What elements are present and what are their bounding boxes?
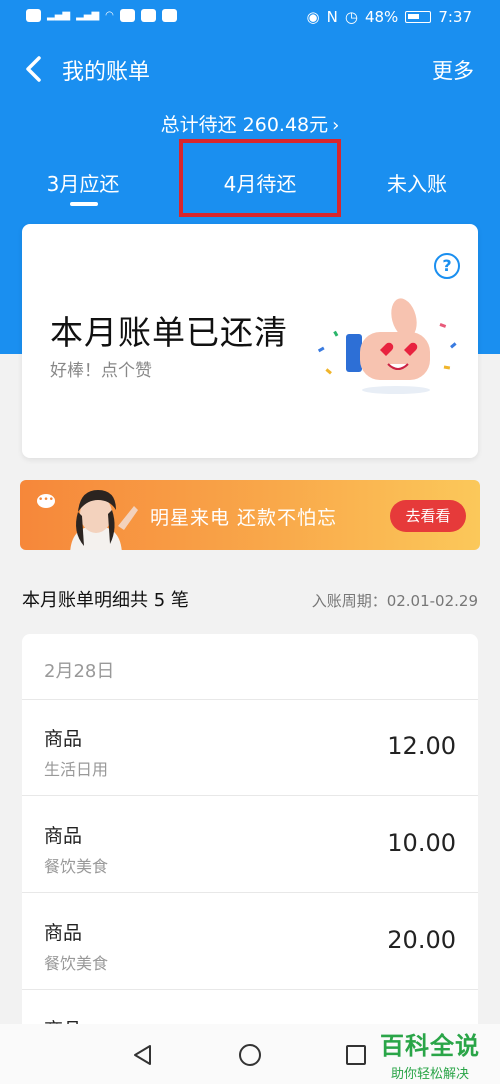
details-title: 本月账单明细共 5 笔 — [22, 590, 189, 611]
nav-home-icon[interactable] — [239, 1044, 261, 1066]
transaction-list: 2月28日 商品 生活日用 12.00 商品 餐饮美食 10.00 商品 餐饮美… — [22, 634, 478, 1034]
nav-recents-icon[interactable] — [346, 1045, 366, 1065]
page-title: 我的账单 — [62, 60, 151, 85]
wifi-icon: ◠ — [105, 10, 114, 21]
billing-period: 入账周期：02.01-02.29 — [311, 592, 478, 610]
battery-percent: 48% — [364, 8, 399, 26]
app-icon — [119, 9, 135, 22]
watermark-line1: 百科全说 — [380, 1032, 480, 1060]
back-arrow-icon[interactable] — [20, 52, 50, 86]
thumbs-up-illustration-icon — [317, 298, 457, 394]
status-left-icons: ▂▄▆ ▂▄▆ ◠ — [26, 9, 177, 22]
annotation-highlight-box — [179, 139, 341, 217]
list-item[interactable]: 商品 餐饮美食 10.00 — [22, 797, 478, 893]
item-category: 生活日用 — [44, 760, 109, 779]
status-bar: ▂▄▆ ▂▄▆ ◠ ◉ N ◷ 48% 7:37 — [0, 0, 500, 36]
active-tab-indicator — [70, 202, 98, 206]
clock: 7:37 — [438, 8, 472, 26]
paid-off-title: 本月账单已还清 — [50, 313, 288, 352]
more-button[interactable]: 更多 — [432, 55, 474, 85]
go-see-button[interactable]: 去看看 — [390, 500, 466, 532]
chevron-right-icon: › — [332, 115, 340, 136]
item-name: 商品 — [44, 825, 83, 847]
summary-card: ? 本月账单已还清 好棒！点个赞 — [22, 224, 478, 458]
date-header-label: 2月28日 — [44, 661, 115, 682]
item-amount: 12.00 — [387, 732, 456, 760]
total-due-link[interactable]: 总计待还 260.48元 › — [0, 110, 500, 137]
tiktok-icon — [161, 9, 177, 22]
list-item[interactable]: 商品 生活日用 12.00 — [22, 700, 478, 796]
date-header: 2月28日 — [22, 634, 478, 700]
banner-text: 明星来电 还款不怕忘 — [150, 507, 338, 529]
watermark-logo: 百科全说 助你轻松解决 — [380, 1026, 480, 1082]
total-due-text: 总计待还 260.48元 — [160, 114, 329, 136]
nfc-icon: N — [326, 8, 338, 26]
signal-icon-2: ▂▄▆ — [76, 10, 100, 21]
item-category: 餐饮美食 — [44, 954, 109, 973]
hd-icon — [26, 9, 41, 22]
paid-off-subtitle: 好棒！点个赞 — [50, 361, 152, 381]
item-category: 餐饮美食 — [44, 857, 109, 876]
question-icon[interactable]: ? — [434, 253, 460, 279]
item-name: 商品 — [44, 922, 83, 944]
promo-banner[interactable]: ••• 明星来电 还款不怕忘 去看看 — [20, 480, 480, 550]
alarm-icon: ◷ — [344, 8, 358, 26]
watermark-line2: 助你轻松解决 — [390, 1067, 469, 1082]
battery-icon — [405, 11, 432, 23]
item-name: 商品 — [44, 728, 83, 750]
status-right-icons: ◉ N ◷ 48% 7:37 — [307, 8, 472, 26]
app-icon-2 — [140, 9, 156, 22]
item-amount: 20.00 — [387, 926, 456, 954]
celebrity-photo — [70, 490, 138, 550]
signal-icon: ▂▄▆ — [47, 10, 71, 21]
list-item[interactable]: 商品 餐饮美食 20.00 — [22, 894, 478, 990]
eye-icon: ◉ — [306, 8, 320, 26]
nav-back-icon[interactable] — [132, 1044, 154, 1066]
tab-march[interactable]: 3月应还 — [38, 168, 128, 197]
item-amount: 10.00 — [387, 829, 456, 857]
tab-unposted[interactable]: 未入账 — [372, 168, 462, 197]
